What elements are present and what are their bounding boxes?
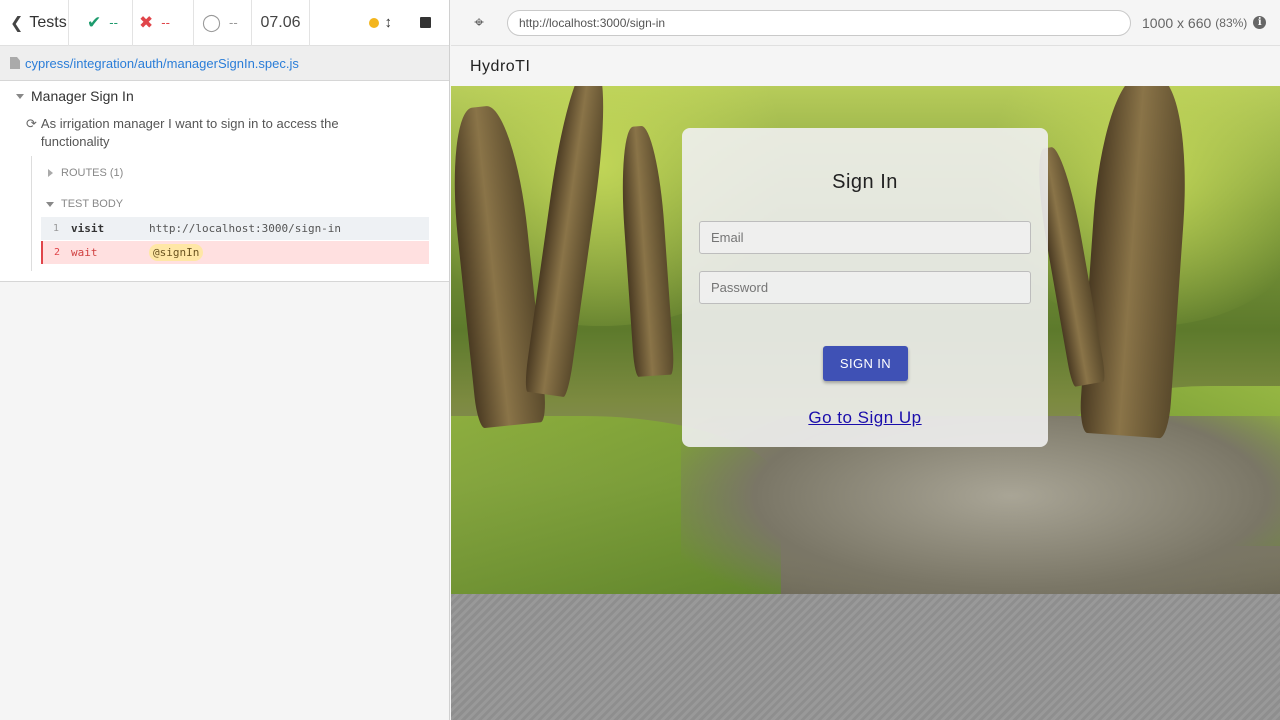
caret-down-icon: [16, 93, 24, 99]
pending-count: --: [229, 15, 238, 30]
brand-title: HydroTI: [470, 57, 531, 75]
url-bar[interactable]: http://localhost:3000/sign-in: [507, 9, 1131, 36]
command-number: 2: [53, 247, 61, 258]
email-field[interactable]: [699, 221, 1031, 254]
viewport-info: 1000 x 660 (83%) i: [1142, 14, 1267, 31]
background-image: Sign In SIGN IN Go to Sign Up: [451, 86, 1280, 594]
auto-scroll-toggle-icon[interactable]: ↕: [385, 14, 393, 31]
file-icon: [10, 57, 20, 69]
viewport-scale: (83%): [1215, 15, 1248, 30]
app-under-test: HydroTI Sign In SIGN IN Go to Sign Up: [451, 47, 1280, 594]
failed-stat: ✖ --: [133, 0, 194, 46]
check-icon: ✔: [87, 12, 102, 32]
routes-label: ROUTES (1): [61, 167, 124, 179]
command-name: visit: [71, 222, 105, 235]
suite-title: Manager Sign In: [31, 88, 134, 104]
password-field[interactable]: [699, 271, 1031, 304]
test-title: As irrigation manager I want to sign in …: [40, 116, 339, 149]
chevron-left-icon: ❮: [10, 14, 24, 32]
test-body-toggle[interactable]: TEST BODY: [46, 198, 123, 210]
info-icon[interactable]: i: [1253, 16, 1267, 29]
passed-stat: ✔ --: [69, 0, 133, 46]
sign-in-button[interactable]: SIGN IN: [823, 346, 908, 381]
card-title: Sign In: [832, 171, 898, 193]
routes-toggle[interactable]: ROUTES (1): [48, 167, 123, 179]
refresh-icon: ⟳: [26, 116, 37, 131]
app-bar: HydroTI: [451, 47, 1280, 86]
aut-empty-area: [451, 594, 1280, 720]
command-message: @signIn: [149, 244, 204, 261]
spec-file-link[interactable]: cypress/integration/auth/managerSignIn.s…: [25, 56, 299, 71]
suite-header[interactable]: Manager Sign In: [16, 88, 134, 104]
controls-spacer: [310, 0, 369, 46]
tests-label: Tests: [29, 13, 67, 31]
test-body-label: TEST BODY: [61, 198, 124, 210]
crosshair-icon[interactable]: ⌖: [451, 13, 507, 33]
command-message: http://localhost:3000/sign-in: [149, 222, 342, 235]
caret-right-icon: [48, 169, 53, 177]
circle-notch-icon: ◯: [202, 12, 222, 32]
hooks-divider: [31, 156, 32, 271]
failed-count: --: [161, 15, 170, 30]
reporter-panel: ❮ Tests ✔ -- ✖ -- ◯ -- 07.06 ↕ cypress/i…: [0, 0, 450, 720]
caret-down-icon: [46, 201, 54, 207]
passed-count: --: [109, 15, 118, 30]
duration: 07.06: [252, 0, 310, 46]
viewport-size: 1000 x 660: [1142, 14, 1212, 31]
command-row[interactable]: 1 visit http://localhost:3000/sign-in: [41, 217, 429, 240]
test-header[interactable]: ⟳ As irrigation manager I want to sign i…: [26, 115, 356, 151]
stop-icon[interactable]: [420, 17, 431, 28]
runnables-list: Manager Sign In ⟳ As irrigation manager …: [0, 81, 449, 282]
run-controls: ↕: [368, 14, 450, 31]
command-row-failed[interactable]: 2 wait @signIn: [41, 241, 429, 264]
pending-stat: ◯ --: [194, 0, 252, 46]
stats-bar: ❮ Tests ✔ -- ✖ -- ◯ -- 07.06 ↕: [0, 0, 449, 46]
x-icon: ✖: [139, 12, 154, 32]
sign-in-card: Sign In SIGN IN Go to Sign Up: [682, 128, 1048, 447]
spec-path-bar: cypress/integration/auth/managerSignIn.s…: [0, 46, 449, 81]
aut-header: ⌖ http://localhost:3000/sign-in 1000 x 6…: [451, 0, 1280, 46]
command-name: wait: [71, 246, 98, 259]
tests-back-button[interactable]: ❮ Tests: [0, 0, 69, 46]
command-number: 1: [52, 223, 60, 234]
sign-up-link[interactable]: Go to Sign Up: [682, 408, 1048, 428]
running-indicator: [368, 17, 379, 28]
